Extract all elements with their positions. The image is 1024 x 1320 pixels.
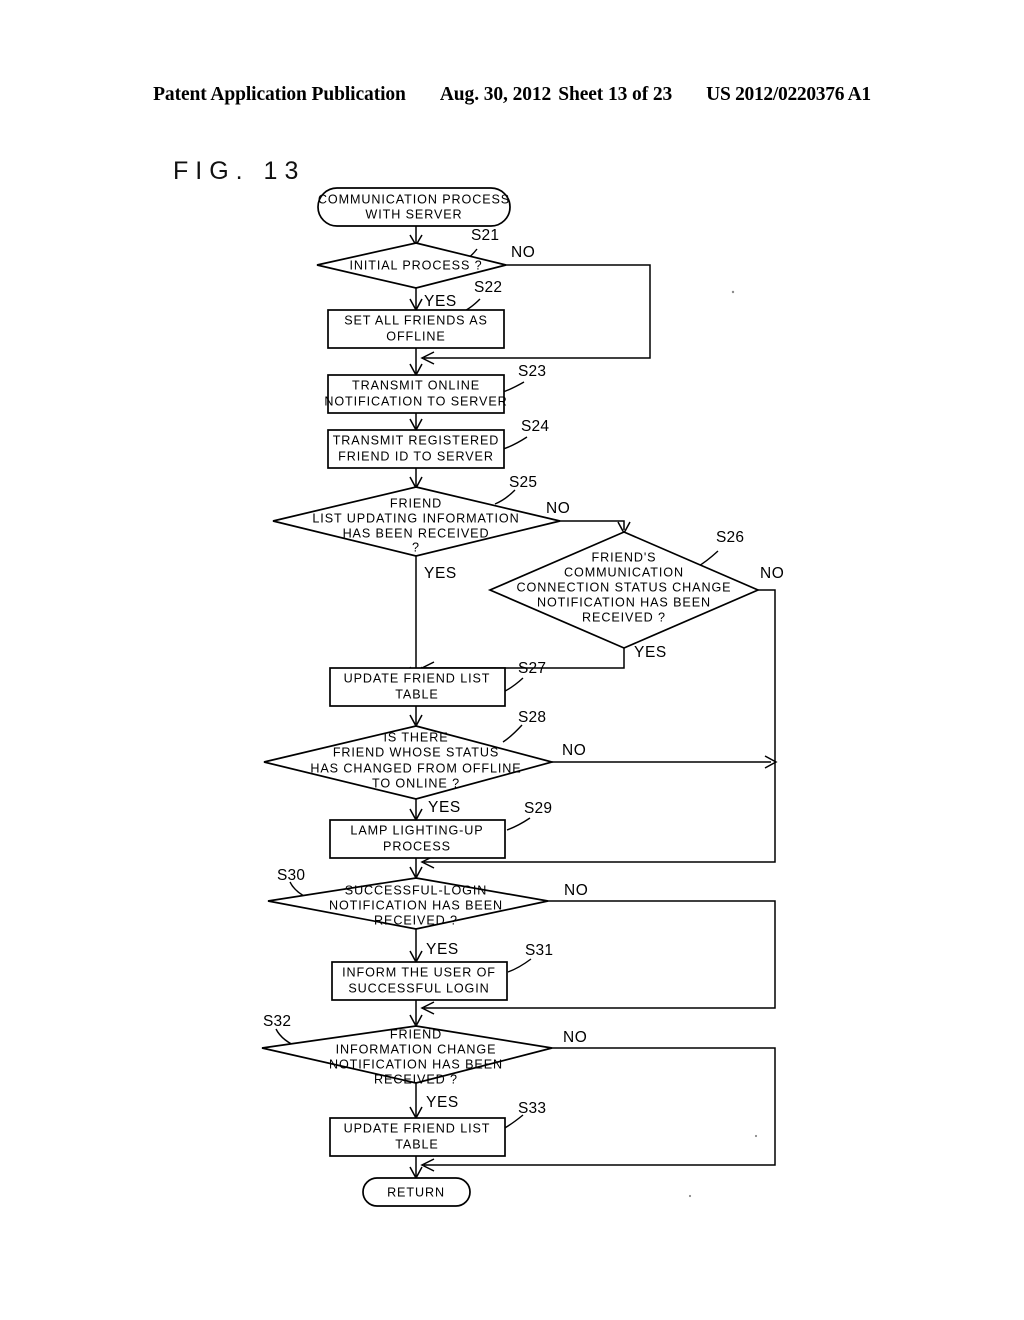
- s33-text-line-2: TABLE: [395, 1137, 438, 1151]
- branch-label-s32-yes: YES: [426, 1094, 459, 1111]
- step-label-s31: S31: [525, 942, 553, 959]
- node-s25: FRIEND LIST UPDATING INFORMATION HAS BEE…: [272, 486, 561, 557]
- node-s26: FRIEND'S COMMUNICATION CONNECTION STATUS…: [487, 531, 761, 649]
- s25-text-line-1: FRIEND: [390, 496, 442, 510]
- branch-label-s25-no: NO: [546, 500, 570, 517]
- s24-text-line-1: TRANSMIT REGISTERED: [333, 433, 500, 447]
- branch-label-s21-yes: YES: [424, 293, 457, 310]
- step-label-s33: S33: [518, 1100, 546, 1117]
- s32-text-line-3: NOTIFICATION HAS BEEN: [329, 1057, 503, 1071]
- node-s31: INFORM THE USER OF SUCCESSFUL LOGIN: [331, 961, 508, 1001]
- s27-text-line-2: TABLE: [395, 687, 438, 701]
- step-label-s32: S32: [263, 1013, 291, 1030]
- node-s33: UPDATE FRIEND LIST TABLE: [329, 1117, 506, 1157]
- leader-s24: [502, 436, 528, 450]
- node-s24: TRANSMIT REGISTERED FRIEND ID TO SERVER: [327, 429, 505, 469]
- s25-text-line-3: HAS BEEN RECEIVED: [343, 526, 490, 540]
- branch-label-s21-no: NO: [511, 244, 535, 261]
- step-label-s21: S21: [471, 227, 499, 244]
- s32-text-line-2: INFORMATION CHANGE: [336, 1042, 497, 1056]
- s26-text-line-2: COMMUNICATION: [564, 565, 684, 579]
- leader-s28: [502, 724, 523, 743]
- s32-text-line-1: FRIEND: [390, 1027, 442, 1041]
- step-label-s24: S24: [521, 418, 549, 435]
- s31-text-line-1: INFORM THE USER OF: [342, 965, 496, 979]
- s23-text-line-2: NOTIFICATION TO SERVER: [324, 394, 507, 408]
- s30-text-line-1: SUCCESSFUL-LOGIN: [345, 883, 487, 897]
- branch-label-s32-no: NO: [563, 1029, 587, 1046]
- node-s22: SET ALL FRIENDS AS OFFLINE: [327, 309, 505, 349]
- scan-speck: [754, 1134, 758, 1138]
- leader-s31: [507, 958, 532, 973]
- s23-text-line-1: TRANSMIT ONLINE: [352, 378, 480, 392]
- s26-text-line-3: CONNECTION STATUS CHANGE: [517, 580, 732, 594]
- node-return: RETURN: [362, 1177, 471, 1207]
- s28-text-line-4: TO ONLINE ?: [372, 776, 460, 790]
- node-start: COMMUNICATION PROCESS WITH SERVER: [317, 187, 511, 227]
- s30-text-line-3: RECEIVED ?: [374, 913, 458, 927]
- s29-text-line-2: PROCESS: [383, 839, 451, 853]
- branch-label-s28-no: NO: [562, 742, 586, 759]
- patent-page: Patent Application Publication Aug. 30, …: [0, 0, 1024, 1320]
- leader-s29: [506, 817, 531, 831]
- s25-text-line-4: ?: [412, 540, 420, 554]
- s26-text-line-1: FRIEND'S: [592, 550, 657, 564]
- s27-text-line-1: UPDATE FRIEND LIST: [344, 671, 491, 685]
- start-terminal-line-1: COMMUNICATION PROCESS: [318, 192, 510, 206]
- s29-text-line-1: LAMP LIGHTING-UP: [350, 823, 483, 837]
- step-label-s22: S22: [474, 279, 502, 296]
- leader-s27: [502, 677, 524, 693]
- branch-label-s28-yes: YES: [428, 799, 461, 816]
- s26-text-line-5: RECEIVED ?: [582, 610, 666, 624]
- s30-text-line-2: NOTIFICATION HAS BEEN: [329, 898, 503, 912]
- scan-artifacts: [688, 290, 758, 1198]
- s21-text-line-1: INITIAL PROCESS ?: [349, 258, 482, 272]
- branch-label-s26-yes: YES: [634, 644, 667, 661]
- branch-label-s30-yes: YES: [426, 941, 459, 958]
- scan-speck: [731, 290, 735, 294]
- branch-label-s30-no: NO: [564, 882, 588, 899]
- s25-text-line-2: LIST UPDATING INFORMATION: [312, 511, 519, 525]
- start-terminal-line-2: WITH SERVER: [365, 207, 462, 221]
- s28-text-line-1: IS THERE: [383, 730, 448, 744]
- flowchart-figure-13: COMMUNICATION PROCESS WITH SERVER INITIA…: [261, 187, 784, 1207]
- branch-label-s25-yes: YES: [424, 565, 457, 582]
- leader-s33: [502, 1114, 524, 1130]
- step-label-s30: S30: [277, 867, 305, 884]
- step-label-s28: S28: [518, 709, 546, 726]
- connector-s25-no: [560, 520, 625, 530]
- step-label-s23: S23: [518, 363, 546, 380]
- s33-text-line-1: UPDATE FRIEND LIST: [344, 1121, 491, 1135]
- node-s29: LAMP LIGHTING-UP PROCESS: [329, 819, 506, 859]
- scan-speck: [688, 1194, 692, 1198]
- node-s27: UPDATE FRIEND LIST TABLE: [329, 667, 506, 707]
- node-s30: SUCCESSFUL-LOGIN NOTIFICATION HAS BEEN R…: [267, 877, 549, 930]
- return-terminal-text: RETURN: [387, 1185, 445, 1199]
- leader-s25: [494, 489, 516, 505]
- step-label-s29: S29: [524, 800, 552, 817]
- s22-text-line-1: SET ALL FRIENDS AS: [344, 313, 488, 327]
- s22-text-line-2: OFFLINE: [386, 329, 445, 343]
- s32-text-line-4: RECEIVED ?: [374, 1072, 458, 1086]
- node-s32: FRIEND INFORMATION CHANGE NOTIFICATION H…: [261, 1025, 553, 1086]
- step-label-s27: S27: [518, 660, 546, 677]
- s31-text-line-2: SUCCESSFUL LOGIN: [348, 981, 489, 995]
- s24-text-line-2: FRIEND ID TO SERVER: [338, 449, 494, 463]
- s28-text-line-3: HAS CHANGED FROM OFFLINE: [310, 761, 521, 775]
- step-label-s25: S25: [509, 474, 537, 491]
- node-s23: TRANSMIT ONLINE NOTIFICATION TO SERVER: [324, 374, 507, 414]
- s26-text-line-4: NOTIFICATION HAS BEEN: [537, 595, 711, 609]
- s28-text-line-2: FRIEND WHOSE STATUS: [333, 745, 499, 759]
- step-label-s26: S26: [716, 529, 744, 546]
- branch-label-s26-no: NO: [760, 565, 784, 582]
